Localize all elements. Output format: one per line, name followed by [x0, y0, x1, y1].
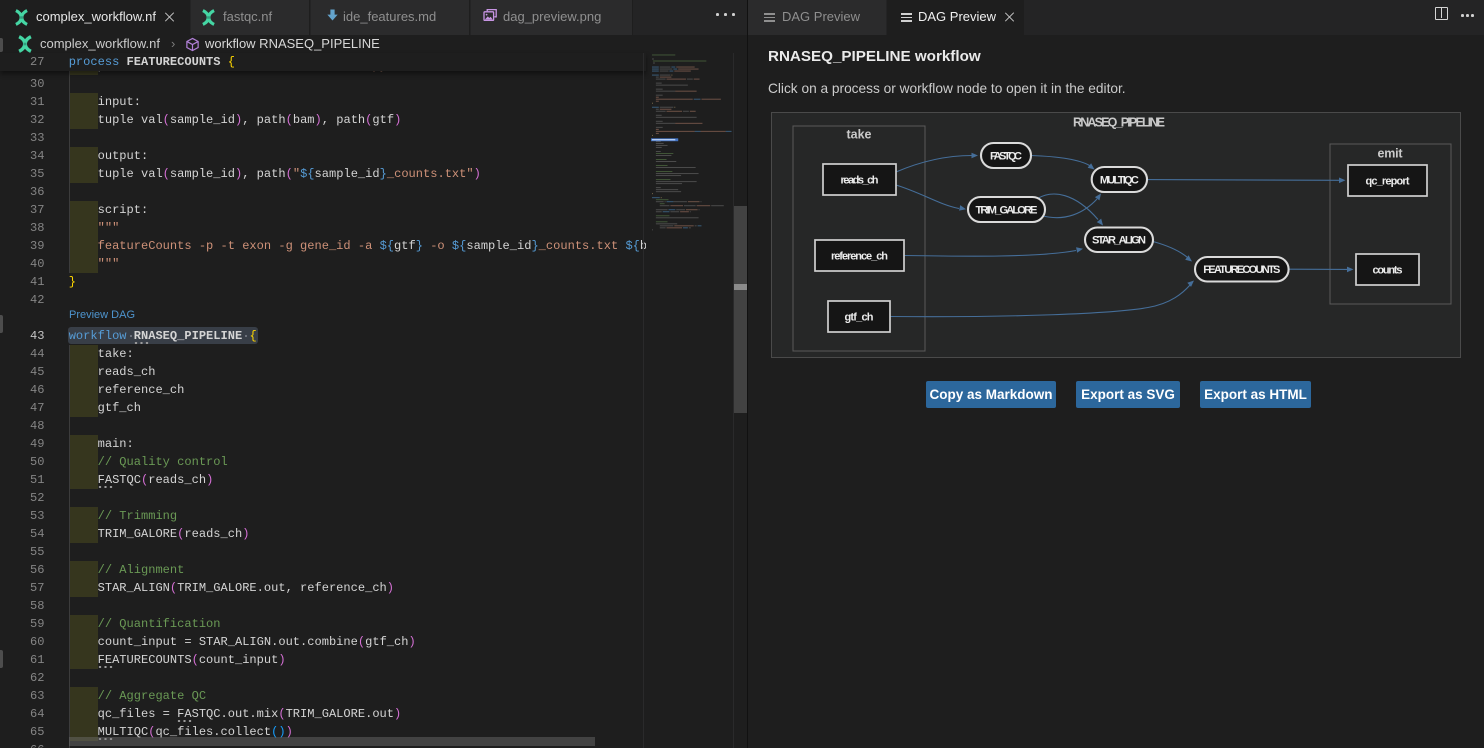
svg-text:TRIM_GALORE: TRIM_GALORE — [976, 204, 1038, 216]
svg-text:FASTQC: FASTQC — [990, 150, 1022, 162]
svg-text:MULTIQC: MULTIQC — [1100, 174, 1139, 186]
svg-text:counts: counts — [1373, 264, 1403, 276]
svg-text:reference_ch: reference_ch — [831, 250, 888, 262]
svg-text:qc_report: qc_report — [1366, 175, 1410, 187]
svg-text:reads_ch: reads_ch — [841, 174, 879, 186]
svg-text:take: take — [847, 128, 872, 142]
svg-text:RNASEQ_PIPELINE: RNASEQ_PIPELINE — [1073, 116, 1165, 130]
svg-text:FEATURECOUNTS: FEATURECOUNTS — [1203, 264, 1280, 276]
svg-text:STAR_ALIGN: STAR_ALIGN — [1092, 235, 1146, 247]
svg-text:gtf_ch: gtf_ch — [845, 311, 874, 323]
svg-text:emit: emit — [1378, 147, 1404, 161]
